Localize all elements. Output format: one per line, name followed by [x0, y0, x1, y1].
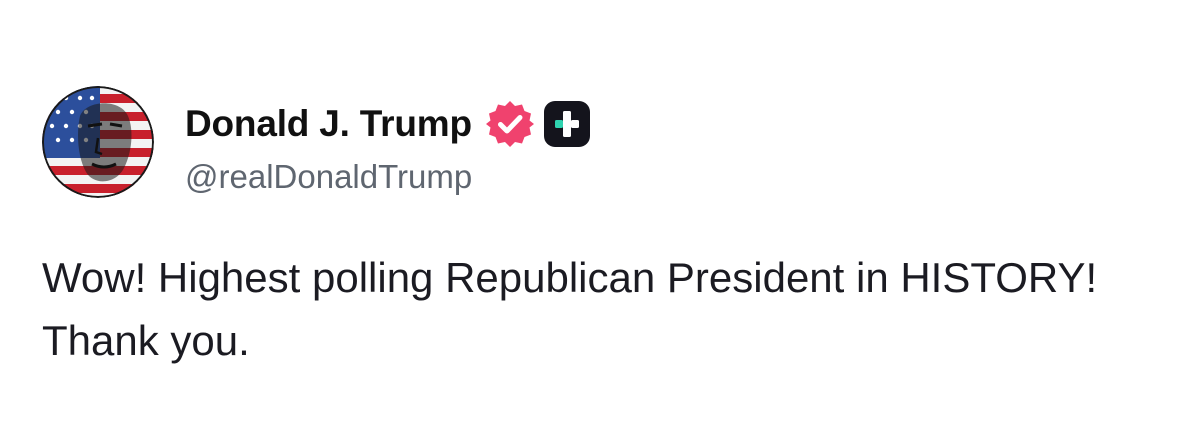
- name-row: Donald J. Trump: [185, 96, 592, 152]
- author-info: Donald J. Trump @realDonaldTrump: [185, 96, 592, 196]
- verified-check-icon: [484, 98, 536, 150]
- post-text: Wow! Highest polling Republican Presiden…: [42, 254, 1098, 364]
- post-card: Donald J. Trump @realDonaldTrump Wow! Hi…: [0, 0, 1200, 421]
- display-name[interactable]: Donald J. Trump: [185, 103, 472, 145]
- user-handle[interactable]: @realDonaldTrump: [185, 158, 592, 196]
- plus-badge-icon[interactable]: [542, 99, 592, 149]
- profile-avatar[interactable]: [42, 86, 154, 198]
- avatar-image: [42, 86, 154, 198]
